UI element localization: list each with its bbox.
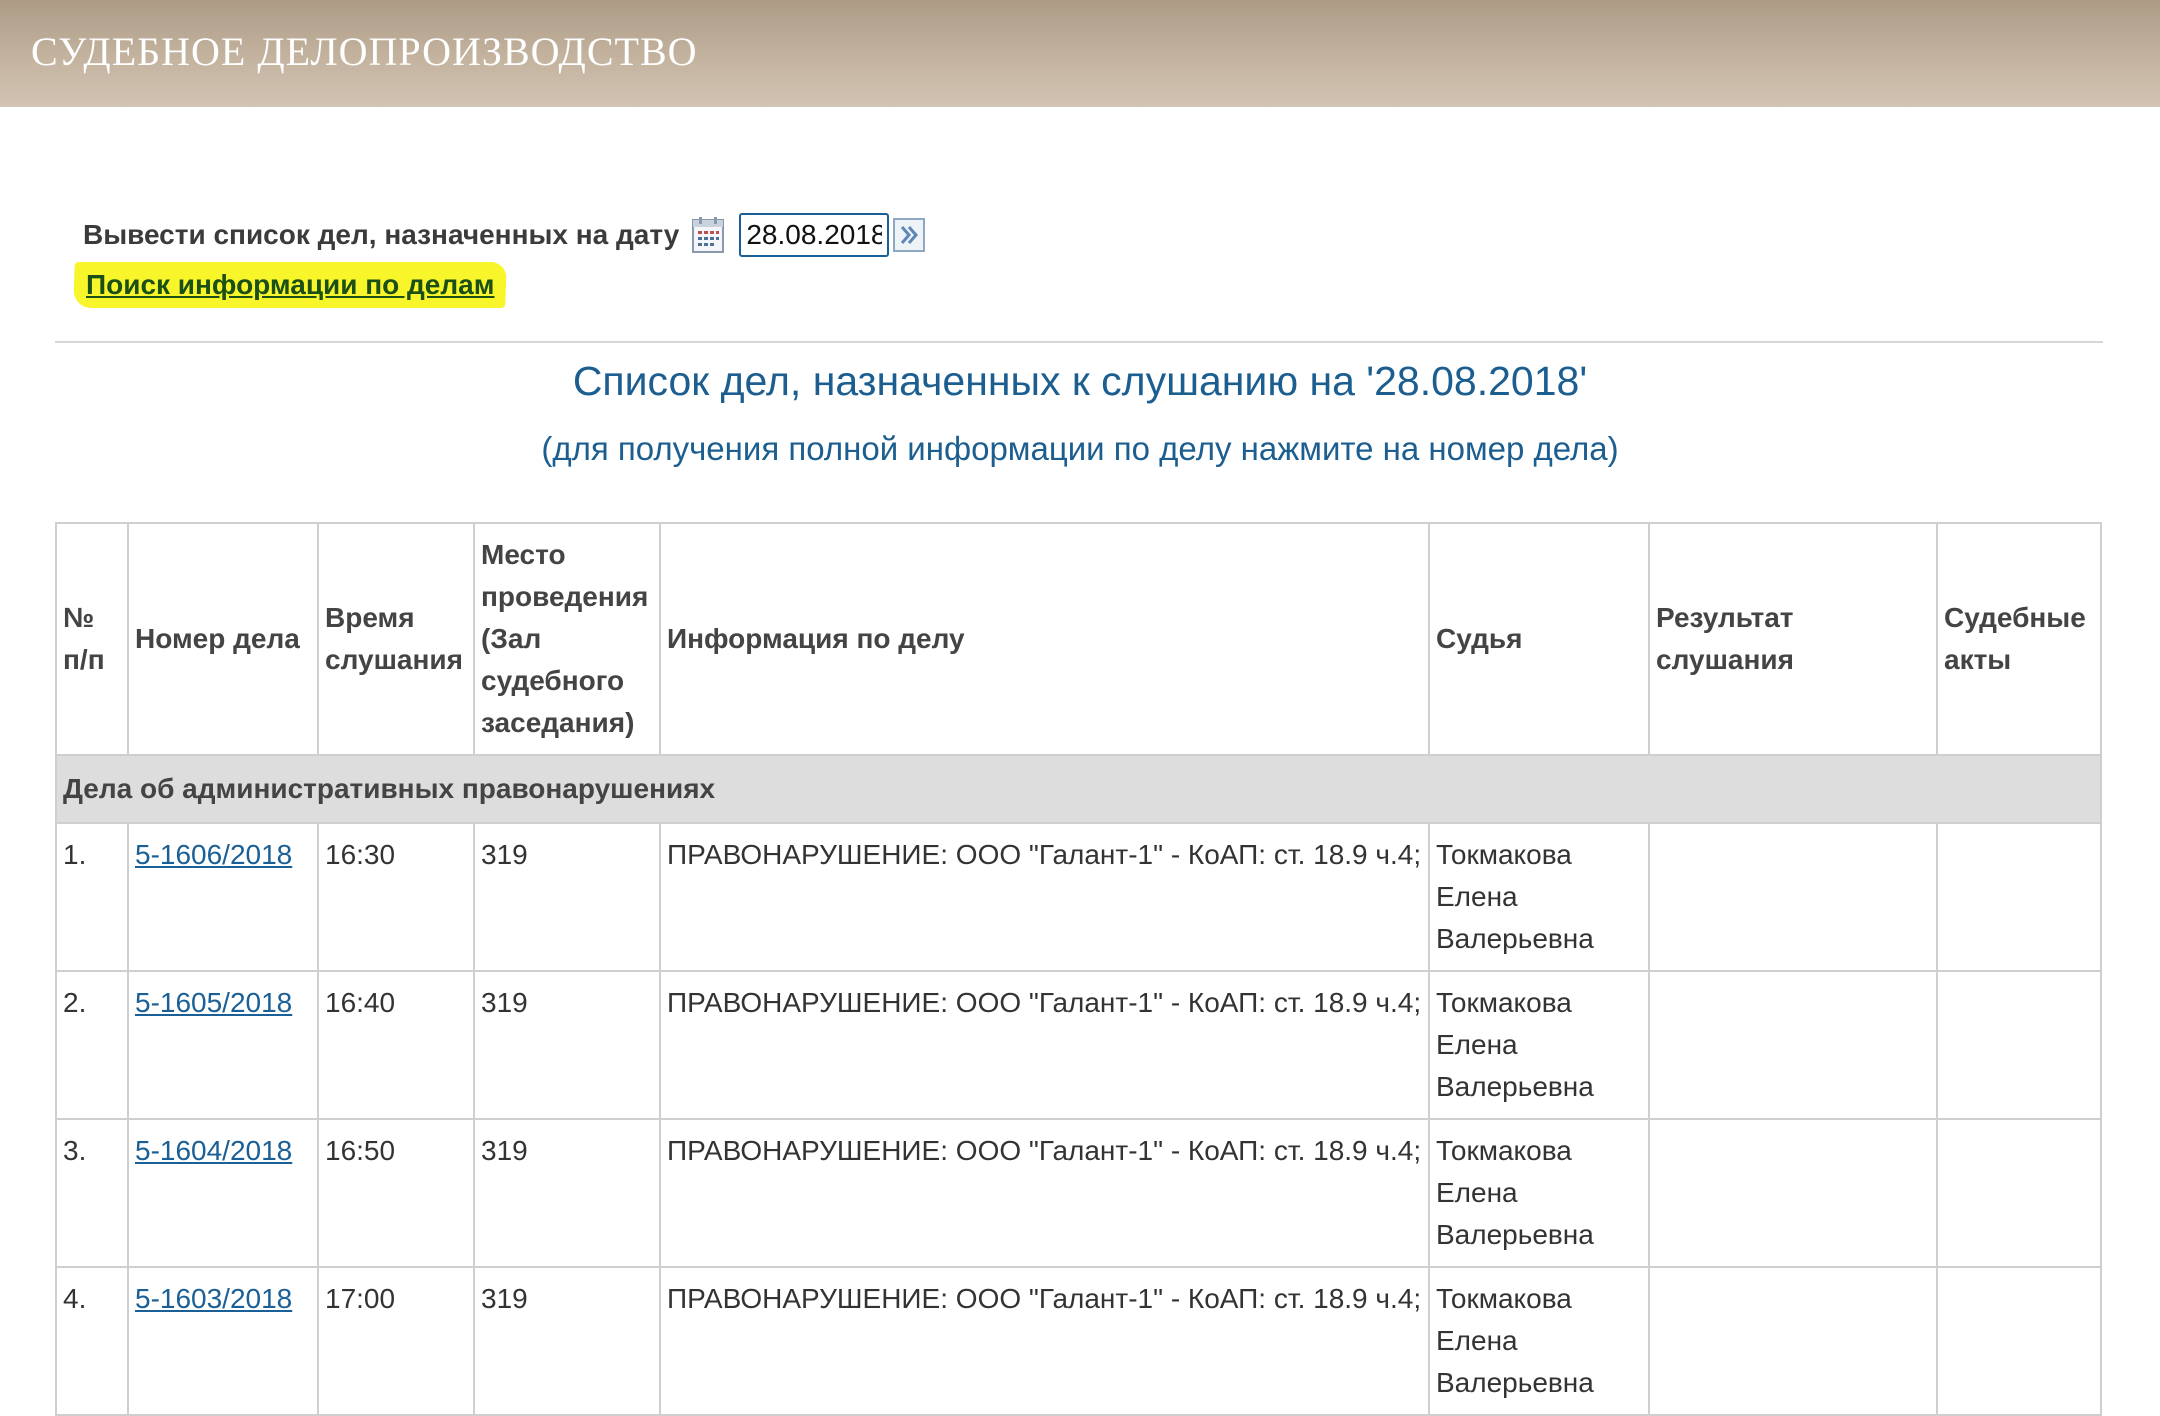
table-row: 4. 5-1603/2018 17:00 319 ПРАВОНАРУШЕНИЕ:… [55, 1266, 2102, 1416]
hearing-time: 16:30 [317, 822, 475, 972]
category-row: Дела об административных правонарушениях [55, 754, 2102, 824]
site-header-bar: СУДЕБНОЕ ДЕЛОПРОИЗВОДСТВО [0, 0, 2160, 107]
hearing-room: 319 [473, 970, 661, 1120]
judge-name: Токмакова Елена Валерьевна [1428, 1266, 1650, 1416]
row-number: 1. [55, 822, 129, 972]
hearing-time: 17:00 [317, 1266, 475, 1416]
court-acts [1936, 1266, 2102, 1416]
row-number: 3. [55, 1118, 129, 1268]
date-filter: Вывести список дел, назначенных на дату [83, 210, 926, 260]
column-header: Судебные акты [1936, 522, 2102, 756]
column-header: Место проведения (Зал судебного заседани… [473, 522, 661, 756]
hearing-room: 319 [473, 1266, 661, 1416]
hearing-time: 16:50 [317, 1118, 475, 1268]
court-acts [1936, 822, 2102, 972]
date-filter-label: Вывести список дел, назначенных на дату [83, 219, 680, 250]
date-input[interactable] [739, 213, 890, 257]
cases-table: № п/п Номер дела Время слушания Место пр… [55, 522, 2102, 1416]
table-row: 2. 5-1605/2018 16:40 319 ПРАВОНАРУШЕНИЕ:… [55, 970, 2102, 1120]
column-header: Судья [1428, 522, 1650, 756]
row-number: 4. [55, 1266, 129, 1416]
category-label: Дела об административных правонарушениях [55, 754, 2102, 824]
divider [55, 341, 2103, 343]
case-number-cell: 5-1606/2018 [127, 822, 319, 972]
case-info: ПРАВОНАРУШЕНИЕ: ООО "Галант-1" - КоАП: с… [659, 1266, 1430, 1416]
search-cases-link[interactable]: Поиск информации по делам [86, 269, 494, 301]
column-header: Время слушания [317, 522, 475, 756]
column-header: Номер дела [127, 522, 319, 756]
case-number-link[interactable]: 5-1606/2018 [135, 839, 292, 870]
row-number: 2. [55, 970, 129, 1120]
arrow-right-icon[interactable] [892, 216, 926, 254]
case-info: ПРАВОНАРУШЕНИЕ: ООО "Галант-1" - КоАП: с… [659, 822, 1430, 972]
case-info: ПРАВОНАРУШЕНИЕ: ООО "Галант-1" - КоАП: с… [659, 970, 1430, 1120]
judge-name: Токмакова Елена Валерьевна [1428, 970, 1650, 1120]
hearing-result [1648, 1266, 1938, 1416]
court-acts [1936, 970, 2102, 1120]
table-row: 3. 5-1604/2018 16:50 319 ПРАВОНАРУШЕНИЕ:… [55, 1118, 2102, 1268]
case-number-cell: 5-1603/2018 [127, 1266, 319, 1416]
list-title: Список дел, назначенных к слушанию на '2… [572, 358, 1588, 404]
table-header-row: № п/п Номер дела Время слушания Место пр… [55, 522, 2102, 756]
case-number-cell: 5-1604/2018 [127, 1118, 319, 1268]
table-row: 1. 5-1606/2018 16:30 319 ПРАВОНАРУШЕНИЕ:… [55, 822, 2102, 972]
hearing-room: 319 [473, 822, 661, 972]
search-link-highlight: Поиск информации по делам [73, 262, 508, 308]
case-info: ПРАВОНАРУШЕНИЕ: ООО "Галант-1" - КоАП: с… [659, 1118, 1430, 1268]
hearing-time: 16:40 [317, 970, 475, 1120]
site-title: СУДЕБНОЕ ДЕЛОПРОИЗВОДСТВО [31, 29, 698, 74]
hearing-result [1648, 1118, 1938, 1268]
hearing-result [1648, 822, 1938, 972]
hearing-result [1648, 970, 1938, 1120]
list-subtitle: (для получения полной информации по делу… [541, 430, 1619, 467]
case-number-link[interactable]: 5-1603/2018 [135, 1283, 292, 1314]
case-number-cell: 5-1605/2018 [127, 970, 319, 1120]
calendar-icon[interactable] [691, 216, 725, 254]
column-header: № п/п [55, 522, 129, 756]
judge-name: Токмакова Елена Валерьевна [1428, 1118, 1650, 1268]
judge-name: Токмакова Елена Валерьевна [1428, 822, 1650, 972]
column-header: Результат слушания [1648, 522, 1938, 756]
court-acts [1936, 1118, 2102, 1268]
case-number-link[interactable]: 5-1604/2018 [135, 1135, 292, 1166]
case-number-link[interactable]: 5-1605/2018 [135, 987, 292, 1018]
column-header: Информация по делу [659, 522, 1430, 756]
hearing-room: 319 [473, 1118, 661, 1268]
